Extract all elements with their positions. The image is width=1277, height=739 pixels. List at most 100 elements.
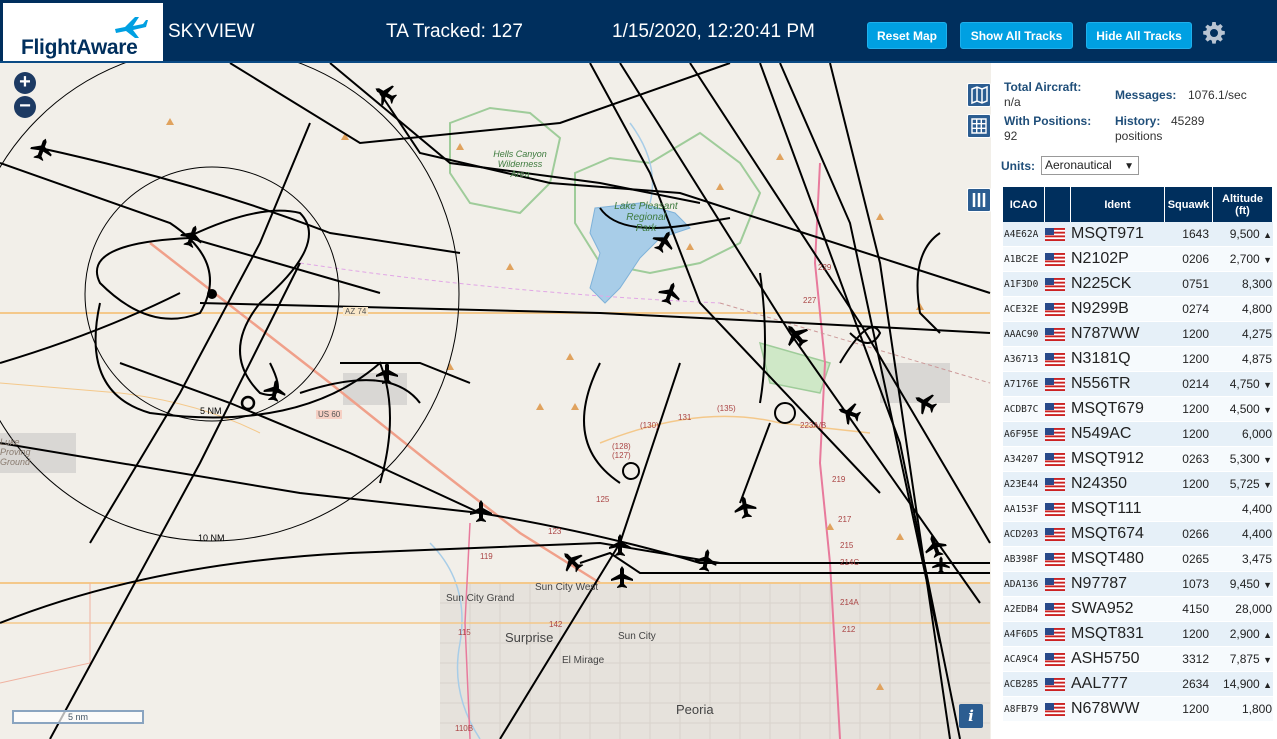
road-label-135: (135) — [717, 404, 736, 413]
icao-cell: ACDB7C — [1003, 397, 1045, 422]
table-row[interactable]: A4E62A MSQT971 1643 9,500 ▲ — [1003, 222, 1273, 247]
history-unit: positions — [1115, 129, 1163, 143]
column-header-ident[interactable]: Ident — [1071, 187, 1165, 222]
altitude-cell: 4,400 — [1213, 497, 1273, 522]
table-row[interactable]: A4F6D5 MSQT831 1200 2,900 ▲ — [1003, 622, 1273, 647]
icao-cell: A6F95E — [1003, 422, 1045, 447]
altitude-cell: 7,875 ▼ — [1213, 647, 1273, 672]
ident-cell: MSQT971 — [1071, 222, 1165, 247]
range-ring-10nm-label: 10 NM — [198, 533, 225, 543]
info-button[interactable]: i — [959, 704, 983, 728]
squawk-cell: 1643 — [1165, 222, 1213, 247]
ident-cell: MSQT674 — [1071, 522, 1165, 547]
ident-cell: N24350 — [1071, 472, 1165, 497]
current-datetime: 1/15/2020, 12:20:41 PM — [612, 21, 815, 42]
squawk-cell: 2634 — [1165, 672, 1213, 697]
road-label-115: 115 — [458, 628, 471, 637]
ident-cell: N97787 — [1071, 572, 1165, 597]
total-aircraft-label: Total Aircraft: — [1004, 80, 1082, 94]
columns-toggle-button[interactable] — [967, 188, 991, 212]
column-header-icao[interactable]: ICAO — [1003, 187, 1045, 222]
table-row[interactable]: A1BC2E N2102P 0206 2,700 ▼ — [1003, 247, 1273, 272]
altitude-cell: 2,900 ▲ — [1213, 622, 1273, 647]
reset-map-button[interactable]: Reset Map — [867, 22, 947, 49]
column-header-squawk[interactable]: Squawk — [1165, 187, 1213, 222]
sun-city-grand-label: Sun City Grand — [446, 593, 515, 604]
table-row[interactable]: A7176E N556TR 0214 4,750 ▼ — [1003, 372, 1273, 397]
road-label-214c: 214C — [840, 558, 860, 567]
icao-cell: A1F3D0 — [1003, 272, 1045, 297]
road-label-131: 131 — [678, 413, 692, 422]
table-row[interactable]: A6F95E N549AC 1200 6,000 — [1003, 422, 1273, 447]
map-view[interactable]: Hells Canyon Wilderness Area Lake Pleasant… — [0, 63, 991, 739]
altitude-value: 2,700 — [1229, 252, 1260, 266]
us-flag-icon — [1045, 527, 1065, 542]
flag-cell — [1045, 397, 1071, 422]
squawk-cell: 0274 — [1165, 297, 1213, 322]
surprise-label: Surprise — [505, 630, 554, 645]
columns-icon — [972, 193, 986, 207]
table-row[interactable]: AAAC90 N787WW 1200 4,275 — [1003, 322, 1273, 347]
table-row[interactable]: A34207 MSQT912 0263 5,300 ▼ — [1003, 447, 1273, 472]
altitude-trend-icon: ▼ — [1263, 480, 1272, 490]
units-select[interactable]: Aeronautical ▼ — [1041, 156, 1139, 175]
column-header-flag[interactable] — [1045, 187, 1071, 222]
history-value: 45289 — [1171, 114, 1205, 128]
flag-cell — [1045, 272, 1071, 297]
altitude-value: 9,500 — [1229, 227, 1260, 241]
flag-cell — [1045, 372, 1071, 397]
table-row[interactable]: A2EDB4 SWA952 4150 28,000 — [1003, 597, 1273, 622]
us-flag-icon — [1045, 577, 1065, 592]
us-flag-icon — [1045, 377, 1065, 392]
squawk-cell: 0206 — [1165, 247, 1213, 272]
altitude-value: 4,275 — [1241, 327, 1272, 341]
flag-cell — [1045, 522, 1071, 547]
luke-label: Luke Proving Ground — [0, 437, 31, 467]
icao-cell: A23E44 — [1003, 472, 1045, 497]
altitude-cell: 5,725 ▼ — [1213, 472, 1273, 497]
us-flag-icon — [1045, 352, 1065, 367]
road-label-214a: 214A — [840, 598, 859, 607]
table-row[interactable]: A8FB79 N678WW 1200 1,800 — [1003, 697, 1273, 722]
flightaware-logo[interactable]: FlightAware — [3, 3, 163, 61]
table-row[interactable]: AB398F MSQT480 0265 3,475 — [1003, 547, 1273, 572]
table-row[interactable]: ACB285 AAL777 2634 14,900 ▲ — [1003, 672, 1273, 697]
road-label-123: 123 — [548, 527, 562, 536]
us-flag-icon — [1045, 327, 1065, 342]
zoom-out-button[interactable]: − — [14, 96, 36, 118]
grid-icon — [971, 118, 987, 134]
zoom-in-button[interactable]: + — [14, 72, 36, 94]
grid-toggle-button[interactable] — [967, 114, 991, 138]
icao-cell: ACB285 — [1003, 672, 1045, 697]
flag-cell — [1045, 597, 1071, 622]
icao-cell: AAAC90 — [1003, 322, 1045, 347]
squawk-cell: 4150 — [1165, 597, 1213, 622]
map-layers-button[interactable] — [967, 83, 991, 107]
squawk-cell: 3312 — [1165, 647, 1213, 672]
gear-icon[interactable] — [1202, 21, 1226, 45]
table-row[interactable]: ADA136 N97787 1073 9,450 ▼ — [1003, 572, 1273, 597]
table-row[interactable]: ACE32E N9299B 0274 4,800 — [1003, 297, 1273, 322]
altitude-cell: 2,700 ▼ — [1213, 247, 1273, 272]
altitude-value: 5,300 — [1229, 452, 1260, 466]
road-label-229: 229 — [818, 263, 832, 272]
chevron-down-icon: ▼ — [1124, 161, 1134, 172]
table-row[interactable]: A23E44 N24350 1200 5,725 ▼ — [1003, 472, 1273, 497]
road-label-223ab: 223A/B — [800, 421, 827, 430]
table-row[interactable]: ACD203 MSQT674 0266 4,400 — [1003, 522, 1273, 547]
icao-cell: A4E62A — [1003, 222, 1045, 247]
icao-cell: A34207 — [1003, 447, 1045, 472]
us-flag-icon — [1045, 302, 1065, 317]
table-row[interactable]: A36713 N3181Q 1200 4,875 — [1003, 347, 1273, 372]
ident-cell: SWA952 — [1071, 597, 1165, 622]
table-row[interactable]: ACDB7C MSQT679 1200 4,500 ▼ — [1003, 397, 1273, 422]
column-header-altitude[interactable]: Altitude (ft) — [1213, 187, 1273, 222]
table-row[interactable]: ACA9C4 ASH5750 3312 7,875 ▼ — [1003, 647, 1273, 672]
ident-cell: N2102P — [1071, 247, 1165, 272]
altitude-value: 4,500 — [1229, 402, 1260, 416]
show-all-tracks-button[interactable]: Show All Tracks — [960, 22, 1073, 49]
hide-all-tracks-button[interactable]: Hide All Tracks — [1086, 22, 1192, 49]
table-row[interactable]: AA153F MSQT111 4,400 — [1003, 497, 1273, 522]
table-row[interactable]: A1F3D0 N225CK 0751 8,300 — [1003, 272, 1273, 297]
squawk-cell: 1200 — [1165, 422, 1213, 447]
